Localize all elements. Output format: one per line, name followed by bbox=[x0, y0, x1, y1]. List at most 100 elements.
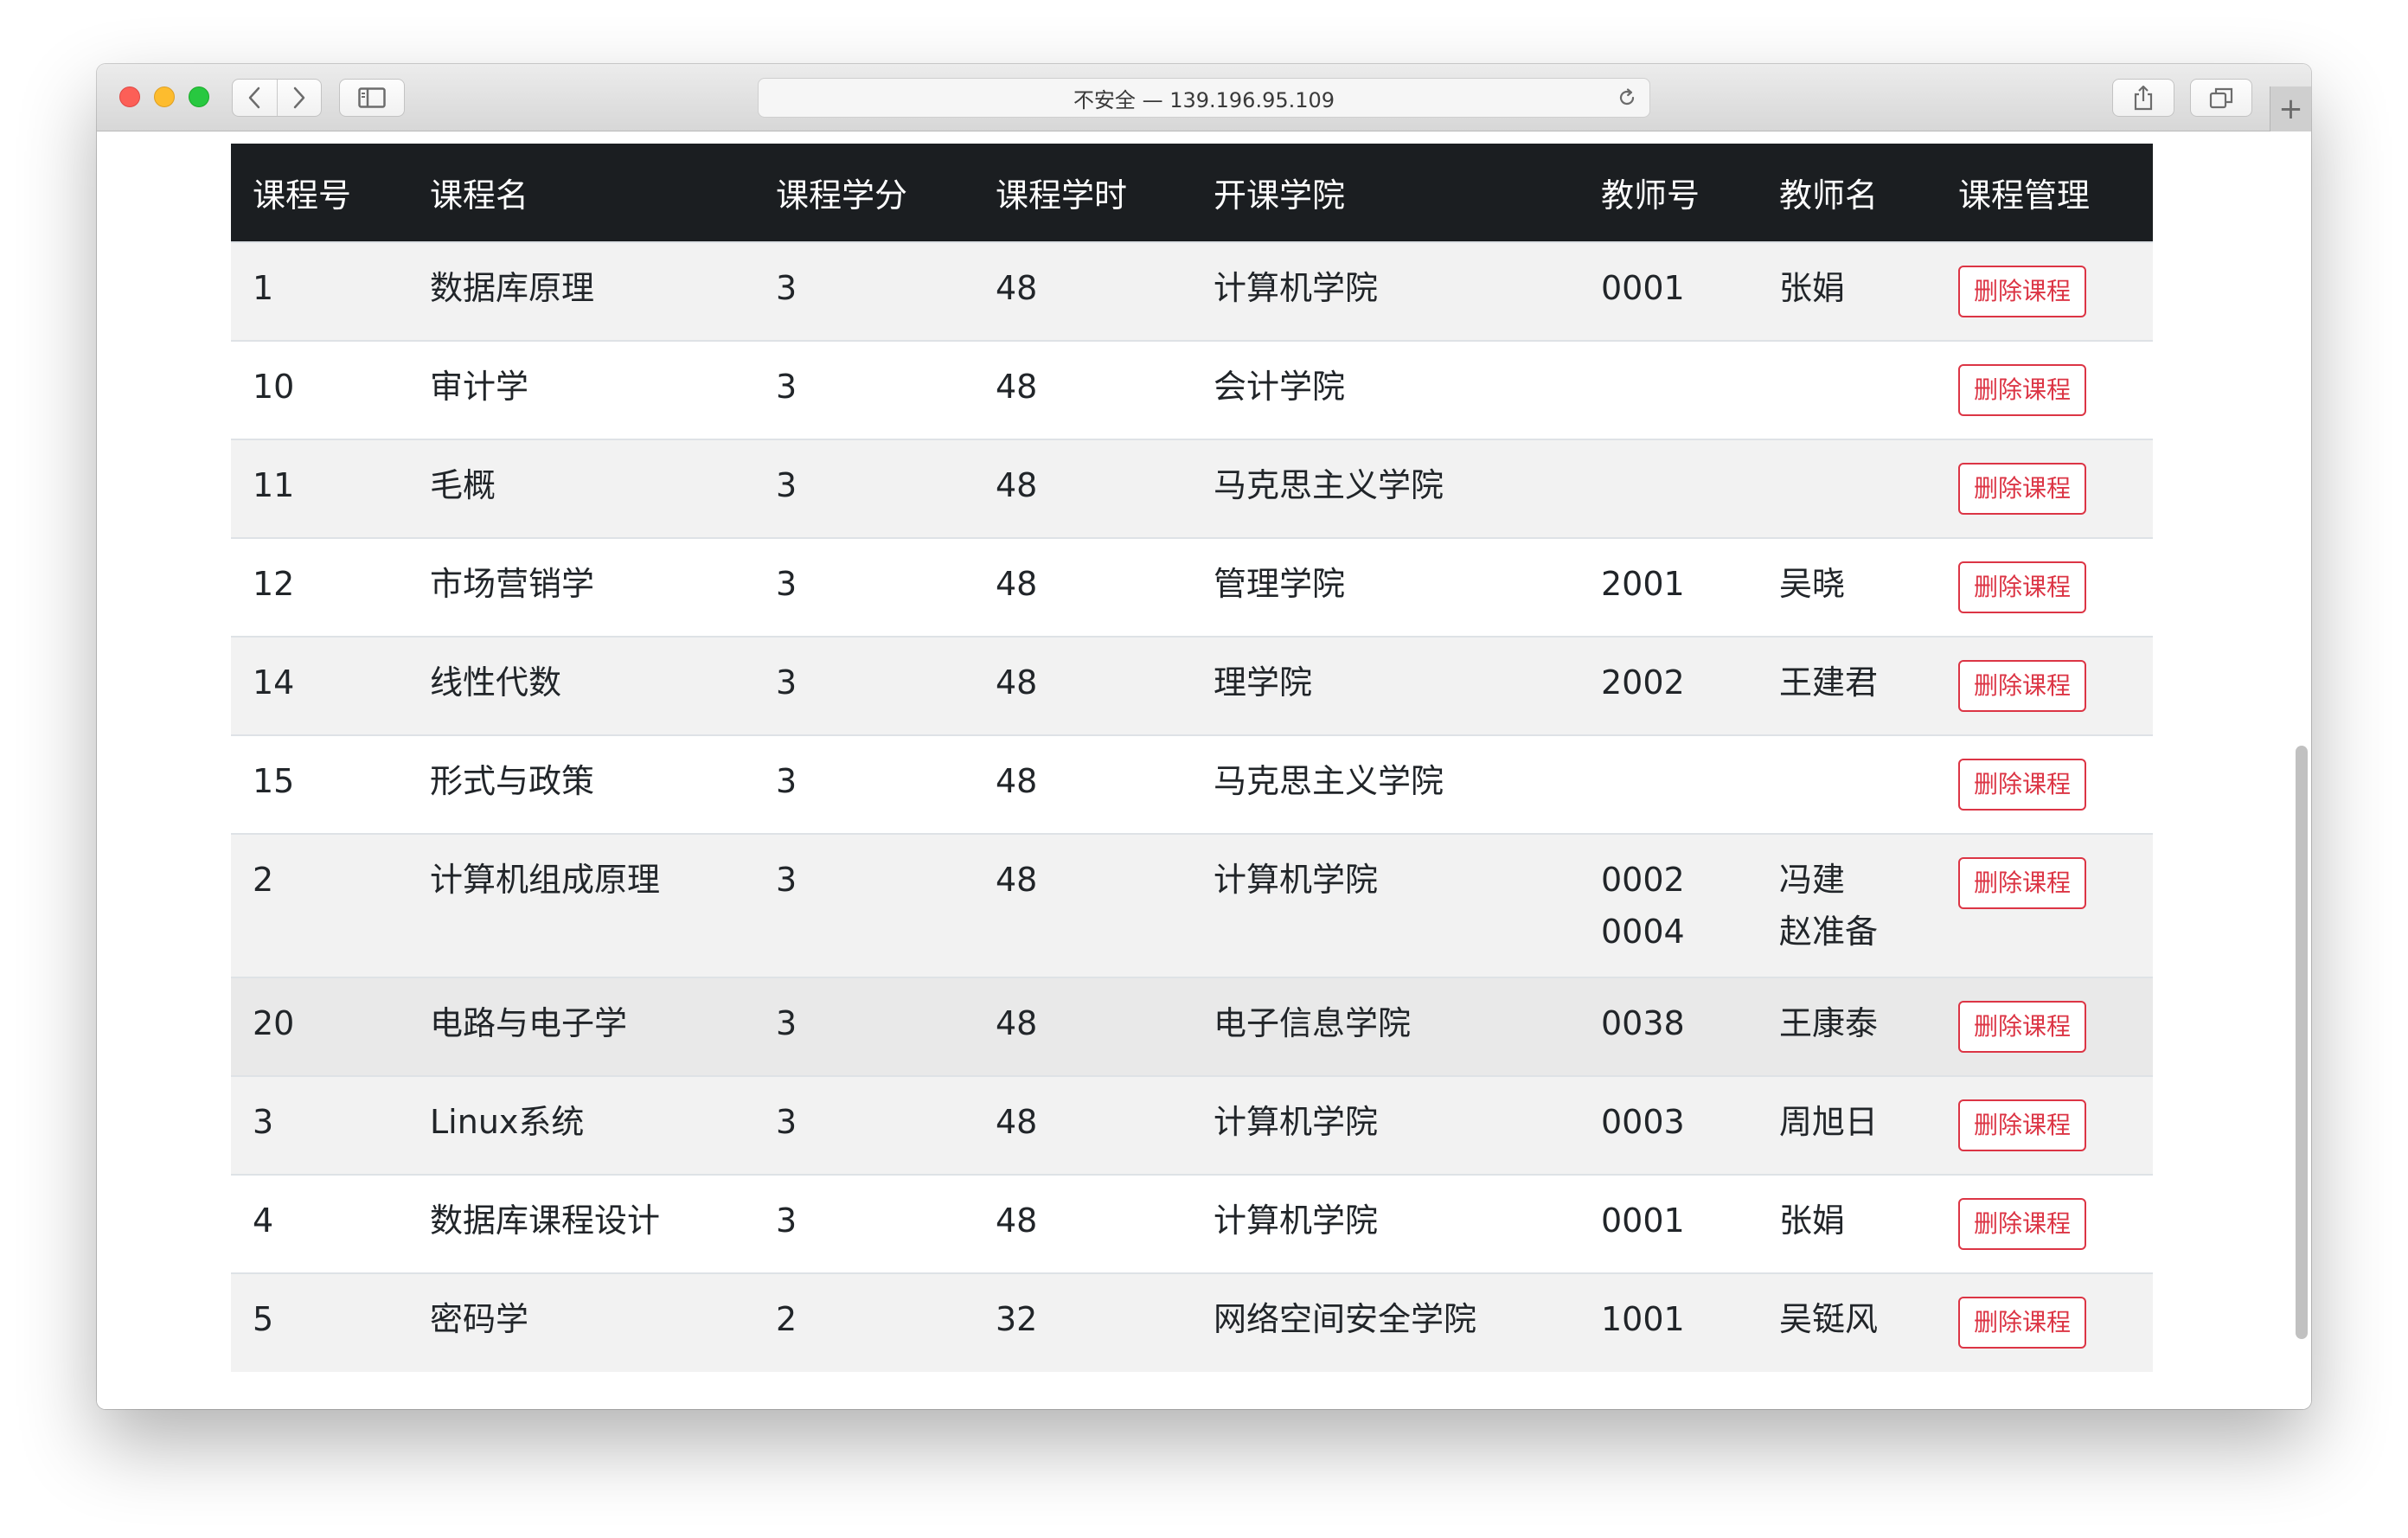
delete-course-button[interactable]: 删除课程 bbox=[1958, 857, 2087, 909]
teacher-id-value: 0004 bbox=[1601, 913, 1685, 951]
course-id-cell: 1 bbox=[231, 241, 408, 341]
table-row: 12 市场营销学 3 48 管理学院 2001 吴晓 删除课程 bbox=[231, 537, 2153, 637]
teacher-id-cell: 0002 0004 bbox=[1579, 833, 1758, 977]
teacher-id-value: 2002 bbox=[1601, 663, 1685, 702]
course-id-cell: 2 bbox=[231, 833, 408, 977]
course-id-cell: 12 bbox=[231, 537, 408, 637]
table-row: 15 形式与政策 3 48 马克思主义学院 删除课程 bbox=[231, 734, 2153, 834]
college-cell: 马克思主义学院 bbox=[1192, 734, 1579, 834]
course-hours-cell: 48 bbox=[974, 977, 1192, 1076]
course-credit-cell: 3 bbox=[754, 636, 974, 735]
minimize-window-button[interactable] bbox=[154, 87, 175, 107]
maximize-window-button[interactable] bbox=[189, 87, 209, 107]
course-manage-cell: 删除课程 bbox=[1937, 340, 2153, 439]
header-course-name: 课程名 bbox=[408, 144, 754, 242]
college-cell: 会计学院 bbox=[1192, 340, 1579, 439]
college-cell: 计算机学院 bbox=[1192, 833, 1579, 977]
back-button[interactable] bbox=[233, 80, 277, 116]
course-credit-cell: 2 bbox=[754, 1272, 974, 1372]
teacher-id-value: 2001 bbox=[1601, 565, 1685, 603]
teacher-id-cell bbox=[1579, 439, 1758, 538]
close-window-button[interactable] bbox=[119, 87, 140, 107]
teacher-name-value: 张娟 bbox=[1779, 269, 1846, 307]
teacher-id-value: 0003 bbox=[1601, 1103, 1685, 1141]
teacher-name-cell: 张娟 bbox=[1758, 241, 1937, 341]
course-manage-cell: 删除课程 bbox=[1937, 439, 2153, 538]
browser-toolbar: 不安全 — 139.196.95.109 + bbox=[97, 64, 2311, 131]
address-text: 不安全 — 139.196.95.109 bbox=[1073, 87, 1335, 112]
delete-course-button[interactable]: 删除课程 bbox=[1958, 364, 2087, 416]
course-id-cell: 5 bbox=[231, 1272, 408, 1372]
college-cell: 理学院 bbox=[1192, 636, 1579, 735]
college-cell: 计算机学院 bbox=[1192, 1174, 1579, 1273]
course-manage-cell: 删除课程 bbox=[1937, 833, 2153, 977]
course-manage-cell: 删除课程 bbox=[1937, 241, 2153, 341]
delete-course-button[interactable]: 删除课程 bbox=[1958, 1198, 2087, 1250]
teacher-name-value: 赵准备 bbox=[1779, 913, 1879, 951]
course-hours-cell: 48 bbox=[974, 340, 1192, 439]
teacher-id-cell: 0001 bbox=[1579, 241, 1758, 341]
table-row: 14 线性代数 3 48 理学院 2002 王建君 删除课程 bbox=[231, 636, 2153, 735]
course-name-cell: Linux系统 bbox=[408, 1075, 754, 1175]
header-college: 开课学院 bbox=[1192, 144, 1579, 242]
course-manage-cell: 删除课程 bbox=[1937, 537, 2153, 637]
teacher-name-cell bbox=[1758, 340, 1937, 439]
course-manage-cell: 删除课程 bbox=[1937, 977, 2153, 1076]
teacher-id-value: 0002 bbox=[1601, 861, 1685, 899]
delete-course-button[interactable]: 删除课程 bbox=[1958, 463, 2087, 515]
vertical-scrollbar[interactable] bbox=[2296, 746, 2308, 1339]
course-name-cell: 计算机组成原理 bbox=[408, 833, 754, 977]
course-table-body: 1 数据库原理 3 48 计算机学院 0001 张娟 删除课程 10 审计学 3 48 会计学院 删除课程… bbox=[231, 241, 2153, 1372]
course-name-cell: 数据库原理 bbox=[408, 241, 754, 341]
course-credit-cell: 3 bbox=[754, 241, 974, 341]
college-cell: 马克思主义学院 bbox=[1192, 439, 1579, 538]
header-course-id: 课程号 bbox=[231, 144, 408, 242]
table-row: 11 毛概 3 48 马克思主义学院 删除课程 bbox=[231, 439, 2153, 538]
forward-button[interactable] bbox=[276, 80, 322, 116]
show-tabs-button[interactable] bbox=[2190, 79, 2252, 117]
navigation-buttons bbox=[232, 79, 322, 117]
course-manage-cell: 删除课程 bbox=[1937, 1272, 2153, 1372]
chevron-right-icon bbox=[293, 87, 304, 109]
college-cell: 电子信息学院 bbox=[1192, 977, 1579, 1076]
delete-course-button[interactable]: 删除课程 bbox=[1958, 266, 2087, 317]
teacher-id-value: 0001 bbox=[1601, 269, 1685, 307]
teacher-name-cell: 王建君 bbox=[1758, 636, 1937, 735]
delete-course-button[interactable]: 删除课程 bbox=[1958, 1297, 2087, 1349]
course-name-cell: 市场营销学 bbox=[408, 537, 754, 637]
delete-course-button[interactable]: 删除课程 bbox=[1958, 561, 2087, 613]
sidebar-button[interactable] bbox=[339, 79, 405, 117]
course-id-cell: 20 bbox=[231, 977, 408, 1076]
table-row: 1 数据库原理 3 48 计算机学院 0001 张娟 删除课程 bbox=[231, 241, 2153, 341]
teacher-name-value: 王康泰 bbox=[1779, 1004, 1879, 1042]
course-credit-cell: 3 bbox=[754, 833, 974, 977]
course-credit-cell: 3 bbox=[754, 439, 974, 538]
delete-course-button[interactable]: 删除课程 bbox=[1958, 660, 2087, 712]
course-hours-cell: 48 bbox=[974, 1174, 1192, 1273]
course-manage-cell: 删除课程 bbox=[1937, 1174, 2153, 1273]
teacher-name-cell: 冯建 赵准备 bbox=[1758, 833, 1937, 977]
teacher-id-cell: 2001 bbox=[1579, 537, 1758, 637]
teacher-id-cell bbox=[1579, 734, 1758, 834]
course-id-cell: 3 bbox=[231, 1075, 408, 1175]
delete-course-button[interactable]: 删除课程 bbox=[1958, 1099, 2087, 1151]
teacher-id-cell: 1001 bbox=[1579, 1272, 1758, 1372]
college-cell: 管理学院 bbox=[1192, 537, 1579, 637]
course-id-cell: 14 bbox=[231, 636, 408, 735]
teacher-name-cell: 吴晓 bbox=[1758, 537, 1937, 637]
delete-course-button[interactable]: 删除课程 bbox=[1958, 1001, 2087, 1053]
table-row: 5 密码学 2 32 网络空间安全学院 1001 吴铤风 删除课程 bbox=[231, 1272, 2153, 1372]
teacher-id-cell: 2002 bbox=[1579, 636, 1758, 735]
course-manage-cell: 删除课程 bbox=[1937, 734, 2153, 834]
reload-button[interactable] bbox=[1615, 86, 1639, 110]
page-content: 课程号 课程名 课程学分 课程学时 开课学院 教师号 教师名 课程管理 1 数据库… bbox=[97, 131, 2311, 1409]
new-tab-button[interactable]: + bbox=[2270, 87, 2311, 131]
teacher-name-cell: 王康泰 bbox=[1758, 977, 1937, 1076]
table-row: 4 数据库课程设计 3 48 计算机学院 0001 张娟 删除课程 bbox=[231, 1174, 2153, 1273]
address-bar[interactable]: 不安全 — 139.196.95.109 bbox=[758, 78, 1650, 118]
delete-course-button[interactable]: 删除课程 bbox=[1958, 759, 2087, 811]
course-name-cell: 毛概 bbox=[408, 439, 754, 538]
teacher-id-value: 0038 bbox=[1601, 1004, 1685, 1042]
share-button[interactable] bbox=[2112, 79, 2174, 117]
course-name-cell: 形式与政策 bbox=[408, 734, 754, 834]
